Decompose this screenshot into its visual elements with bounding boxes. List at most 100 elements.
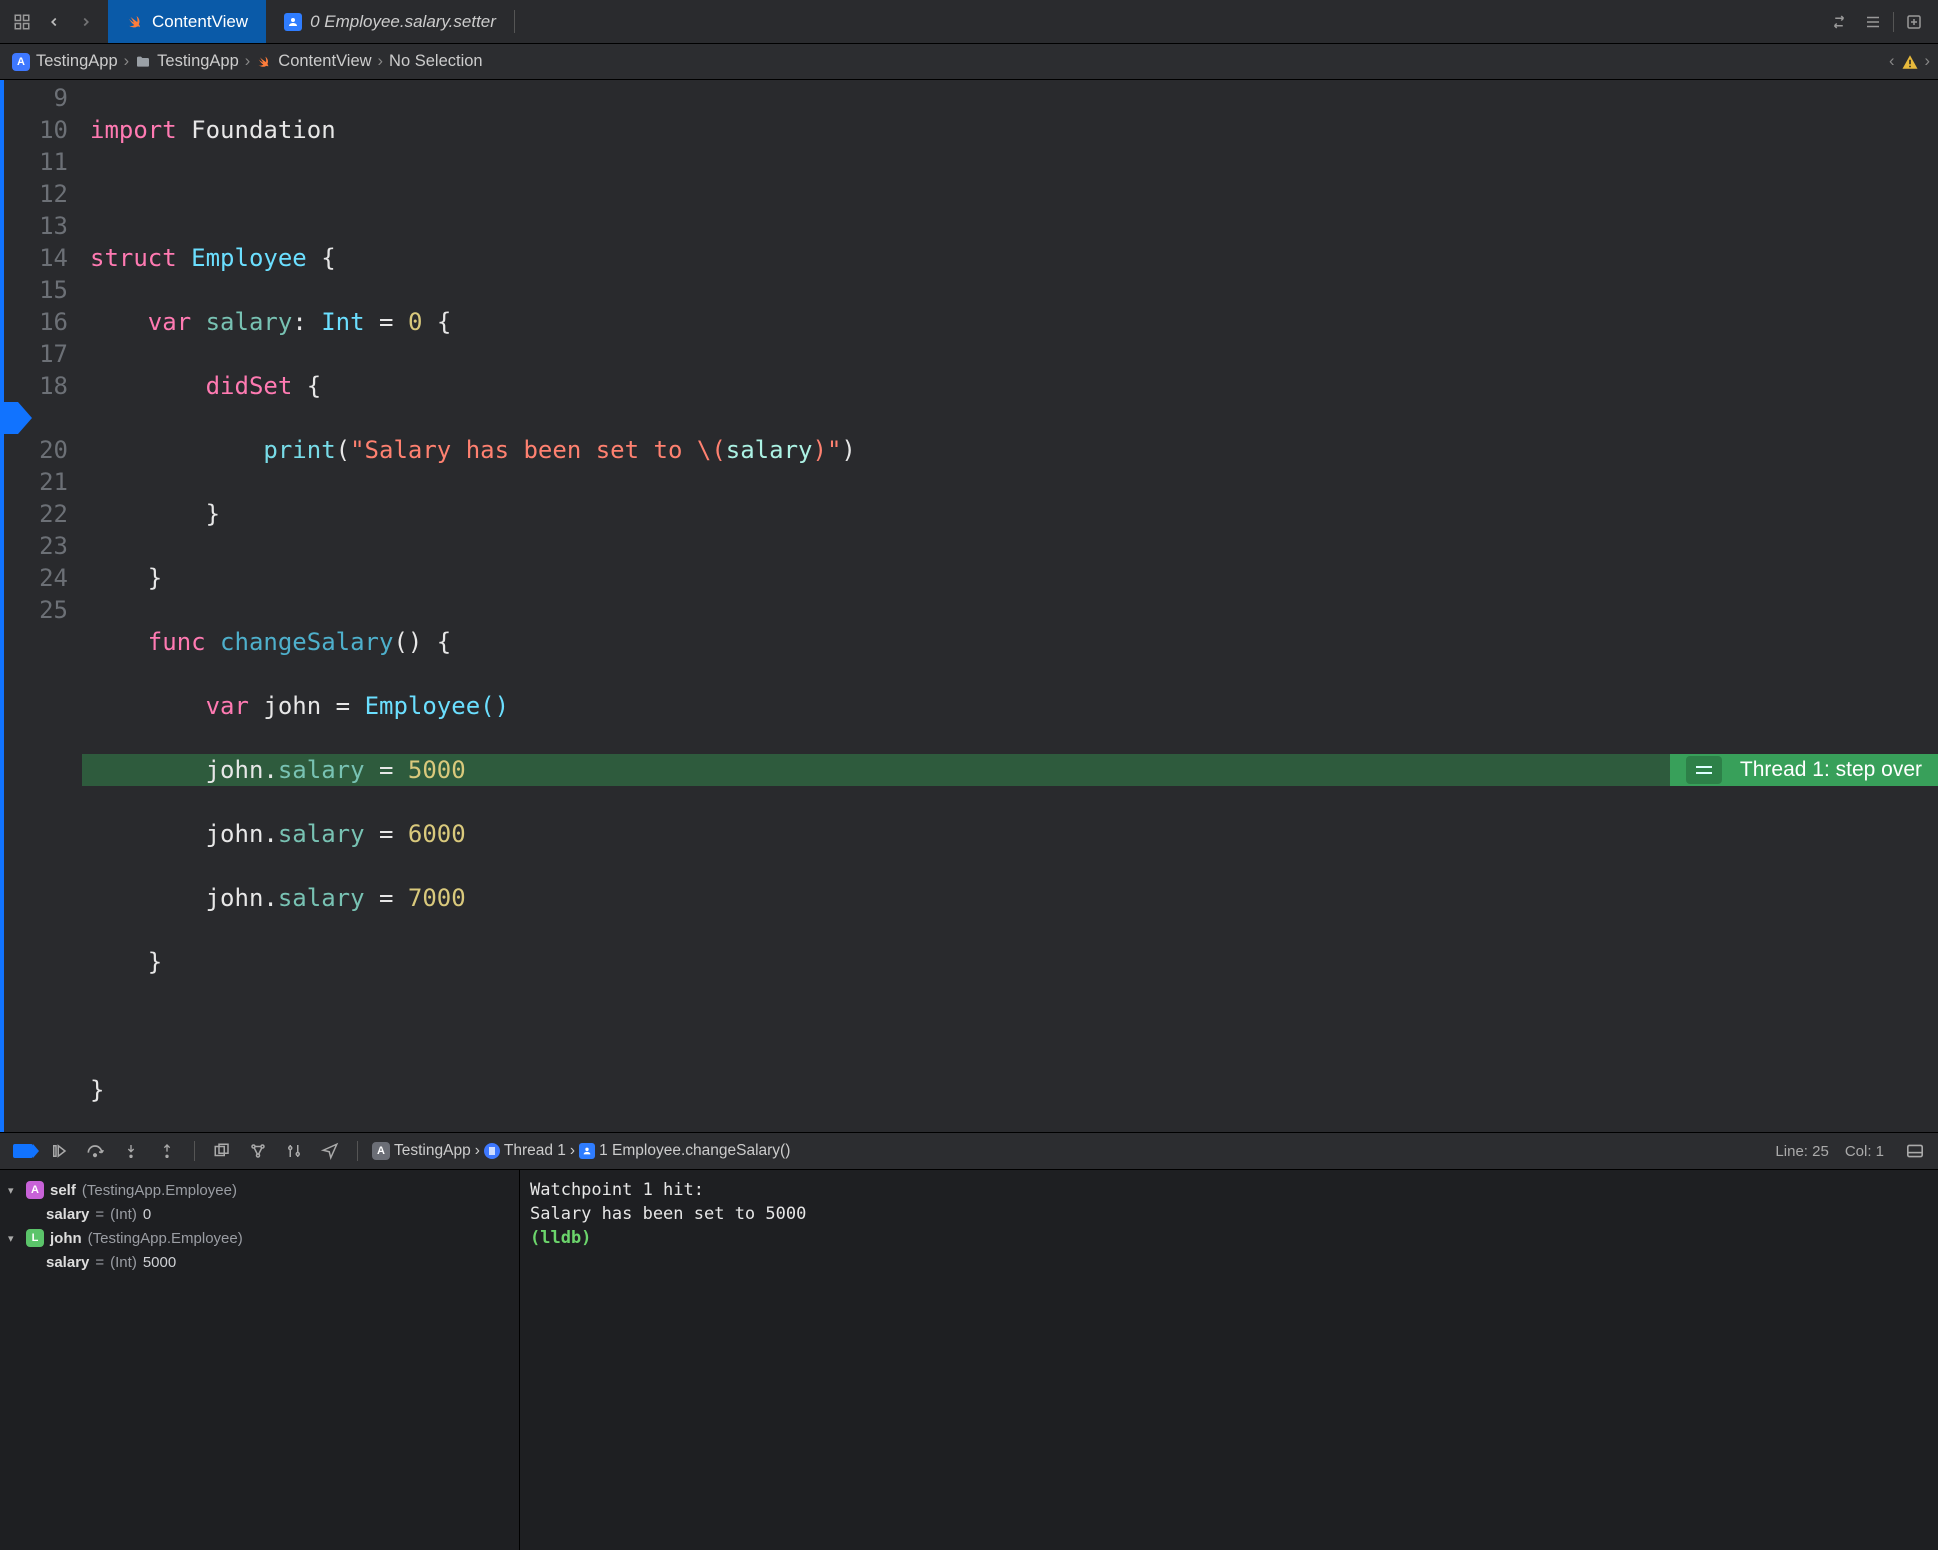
code-token: . <box>263 820 277 848</box>
code-token: () <box>393 628 422 656</box>
warning-icon[interactable] <box>1901 53 1919 71</box>
line-number: 23 <box>4 530 68 562</box>
line-number: 10 <box>4 114 68 146</box>
variable-row[interactable]: ▾ L john (TestingApp.Employee) <box>4 1226 515 1250</box>
current-line-marker[interactable]: 19 <box>0 402 18 434</box>
code-token: 0 <box>408 308 422 336</box>
code-token: 5000 <box>408 756 466 784</box>
code-token <box>90 820 206 848</box>
line-number: 25 <box>4 594 68 626</box>
chevron-right-icon: › <box>243 52 253 71</box>
variable-row[interactable]: salary = (Int) 5000 <box>4 1250 515 1274</box>
variables-view[interactable]: ▾ A self (TestingApp.Employee) salary = … <box>0 1170 520 1550</box>
code-token: changeSalary <box>220 628 393 656</box>
adjust-editor-icon[interactable] <box>1859 8 1887 36</box>
console-output[interactable]: Watchpoint 1 hit: Salary has been set to… <box>520 1170 1938 1550</box>
tab-employee-setter[interactable]: 0 Employee.salary.setter <box>266 0 514 43</box>
console-line: Watchpoint 1 hit: <box>530 1180 704 1200</box>
disclosure-icon[interactable]: ▾ <box>8 1232 20 1245</box>
code-token: var <box>148 308 191 336</box>
code-editor[interactable]: 9 10 11 12 13 14 15 16 17 18 19 20 21 22… <box>0 80 1938 1132</box>
debug-crumb-label: Thread 1 <box>504 1142 566 1160</box>
local-badge-icon: L <box>26 1229 44 1247</box>
code-token: john <box>263 692 321 720</box>
variable-type: (TestingApp.Employee) <box>88 1230 243 1247</box>
breadcrumb-label: No Selection <box>389 52 483 71</box>
code-token: = <box>365 308 408 336</box>
line-number: 21 <box>4 466 68 498</box>
execution-banner-label: Thread 1: step over <box>1740 754 1922 786</box>
code-token <box>206 628 220 656</box>
code-token: ( <box>336 436 350 464</box>
step-out-button[interactable] <box>154 1138 180 1164</box>
code-token: = <box>321 692 364 720</box>
nav-back-icon[interactable] <box>40 8 68 36</box>
breadcrumb-folder[interactable]: TestingApp <box>131 52 243 71</box>
line-number: 16 <box>4 306 68 338</box>
line-number: 12 <box>4 178 68 210</box>
line-number: 15 <box>4 274 68 306</box>
step-into-button[interactable] <box>118 1138 144 1164</box>
code-token: . <box>263 756 277 784</box>
cursor-col: Col: 1 <box>1845 1143 1884 1160</box>
code-token <box>191 308 205 336</box>
breadcrumb-symbol[interactable]: No Selection <box>385 52 487 71</box>
related-items-icon[interactable] <box>8 8 36 36</box>
breadcrumb-app[interactable]: A TestingApp <box>8 52 122 71</box>
variable-type: (Int) <box>110 1206 137 1223</box>
line-gutter[interactable]: 9 10 11 12 13 14 15 16 17 18 19 20 21 22… <box>4 80 82 1132</box>
add-editor-icon[interactable] <box>1900 8 1928 36</box>
tabbar-right-controls <box>1815 0 1938 43</box>
code-token <box>90 308 148 336</box>
simulate-location-button[interactable] <box>317 1138 343 1164</box>
code-area[interactable]: import Foundation struct Employee { var … <box>82 80 1938 1132</box>
tab-label: 0 Employee.salary.setter <box>310 12 496 32</box>
code-token <box>422 308 436 336</box>
debug-memory-graph-button[interactable] <box>245 1138 271 1164</box>
execution-banner[interactable]: Thread 1: step over <box>1670 754 1938 786</box>
code-token <box>90 628 148 656</box>
tab-contentview[interactable]: ContentView <box>108 0 266 43</box>
code-token <box>177 116 191 144</box>
code-token: " <box>827 436 841 464</box>
step-over-button[interactable] <box>82 1138 108 1164</box>
prev-issue-icon[interactable]: ‹ <box>1889 52 1895 71</box>
variable-name: john <box>50 1230 82 1247</box>
code-token <box>177 244 191 272</box>
line-number: 13 <box>4 210 68 242</box>
line-number: 22 <box>4 498 68 530</box>
debug-crumb-label: 1 Employee.changeSalary() <box>599 1142 790 1160</box>
variable-row[interactable]: salary = (Int) 0 <box>4 1202 515 1226</box>
breakpoints-toggle[interactable] <box>10 1138 36 1164</box>
breadcrumb-file[interactable]: ContentView <box>252 52 375 71</box>
code-token: } <box>148 564 162 592</box>
toggle-debug-area-button[interactable] <box>1902 1138 1928 1164</box>
nav-forward-icon[interactable] <box>72 8 100 36</box>
jumpbar-right: ‹ › <box>1889 52 1930 71</box>
environment-overrides-button[interactable] <box>281 1138 307 1164</box>
line-number: 20 <box>4 434 68 466</box>
code-token: } <box>148 948 162 976</box>
line-number: 24 <box>4 562 68 594</box>
variable-type: (Int) <box>110 1254 137 1271</box>
code-token: ) <box>812 436 826 464</box>
code-token: Int <box>321 308 364 336</box>
lldb-prompt[interactable]: (lldb) <box>530 1228 602 1248</box>
debug-view-hierarchy-button[interactable] <box>209 1138 235 1164</box>
code-token <box>422 628 436 656</box>
drag-handle-icon[interactable] <box>1686 756 1722 784</box>
variable-eq: = <box>95 1254 104 1271</box>
code-token: didSet <box>206 372 293 400</box>
swift-icon <box>126 13 144 31</box>
debug-breadcrumb[interactable]: A TestingApp › Thread 1 › 1 Employee.cha… <box>372 1142 790 1160</box>
variable-name: self <box>50 1182 76 1199</box>
breadcrumb-label: ContentView <box>278 52 371 71</box>
next-issue-icon[interactable]: › <box>1925 52 1931 71</box>
disclosure-icon[interactable]: ▾ <box>8 1184 20 1197</box>
variable-row[interactable]: ▾ A self (TestingApp.Employee) <box>4 1178 515 1202</box>
swap-icon[interactable] <box>1825 8 1853 36</box>
code-token: . <box>263 884 277 912</box>
continue-button[interactable] <box>46 1138 72 1164</box>
code-token: salary <box>278 756 365 784</box>
code-token: Employee <box>191 244 307 272</box>
